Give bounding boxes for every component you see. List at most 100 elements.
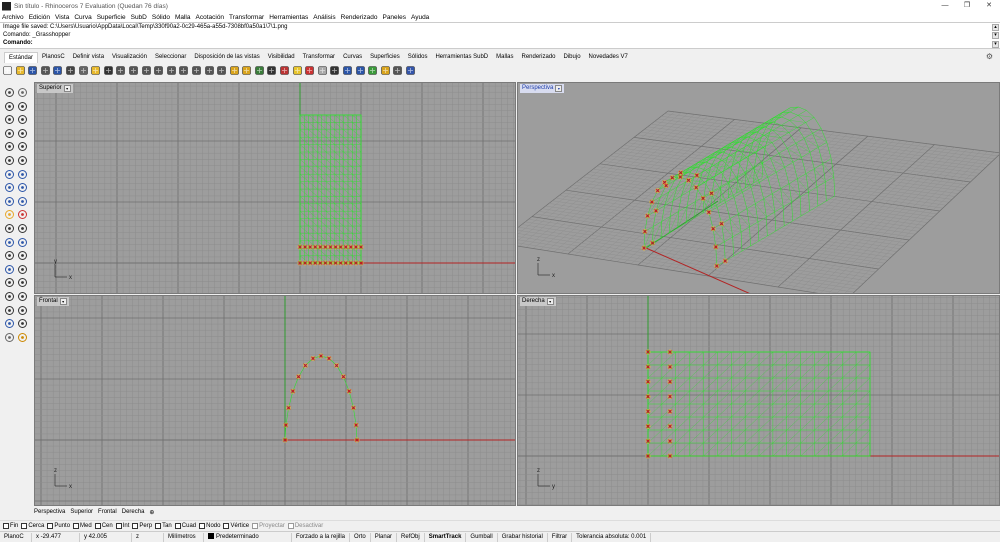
menu-item[interactable]: Sólido	[152, 14, 170, 21]
explode-icon[interactable]	[17, 264, 28, 275]
viewport-perspective[interactable]: Perspectiva ▾ zx	[517, 82, 1000, 294]
mesh-icon[interactable]	[4, 209, 15, 220]
toolbar-tab[interactable]: Estándar	[4, 51, 39, 63]
scale-icon[interactable]	[4, 237, 15, 248]
status-toggle[interactable]: Gumball	[466, 532, 498, 542]
viewport-perspective-canvas[interactable]: zx	[518, 83, 1000, 294]
toolbar-tab[interactable]: Visibilidad	[264, 52, 299, 62]
save-icon[interactable]	[27, 65, 38, 76]
undo-view-icon[interactable]	[191, 65, 202, 76]
status-toggle[interactable]: SmartTrack	[425, 532, 467, 542]
viewport-right-canvas[interactable]: zy	[518, 296, 1000, 506]
osnap-option[interactable]: Med	[73, 523, 92, 529]
osnap-option[interactable]: Cuad	[174, 523, 196, 529]
render-icon[interactable]	[342, 65, 353, 76]
menu-item[interactable]: Paneles	[382, 14, 406, 21]
undo-icon[interactable]	[103, 65, 114, 76]
zoom-selected-icon[interactable]	[178, 65, 189, 76]
control-point[interactable]	[667, 364, 673, 370]
grasshopper-icon[interactable]	[367, 65, 378, 76]
zoom-window-icon[interactable]	[141, 65, 152, 76]
import-icon[interactable]	[52, 65, 63, 76]
viewport-top[interactable]: Superior ▾ yx	[34, 82, 516, 294]
osnap-option[interactable]: Tan	[155, 523, 172, 529]
menu-item[interactable]: Vista	[55, 14, 69, 21]
properties-icon[interactable]	[266, 65, 277, 76]
osnap-checkbox[interactable]	[223, 523, 230, 529]
trim-icon[interactable]	[4, 250, 15, 261]
menu-item[interactable]: Transformar	[229, 14, 264, 21]
status-toggle[interactable]: Tolerancia absoluta: 0.001	[572, 532, 652, 542]
osnap-option[interactable]: Desactivar	[287, 523, 323, 529]
control-point[interactable]	[353, 244, 359, 250]
copy-icon[interactable]	[78, 65, 89, 76]
status-toggle[interactable]: RefObj	[397, 532, 425, 542]
viewport-tab[interactable]: Superior	[70, 509, 93, 515]
history-scroll-down-button[interactable]: ▾	[992, 32, 999, 39]
environment-icon[interactable]	[355, 65, 366, 76]
rotate-icon[interactable]	[17, 223, 28, 234]
menu-item[interactable]: Ayuda	[411, 14, 429, 21]
paint-icon[interactable]	[17, 332, 28, 343]
viewport-right-label[interactable]: Derecha ▾	[520, 297, 556, 306]
osnap-checkbox[interactable]	[199, 523, 206, 529]
minimize-button[interactable]: —	[934, 0, 956, 12]
cylinder-icon[interactable]	[4, 196, 15, 207]
move-icon[interactable]	[4, 223, 15, 234]
viewport-top-canvas[interactable]: yx	[35, 83, 516, 294]
viewport-front-label[interactable]: Frontal ▾	[37, 297, 69, 306]
osnap-checkbox[interactable]	[252, 523, 259, 529]
menu-item[interactable]: Edición	[29, 14, 50, 21]
hatch-icon[interactable]	[17, 291, 28, 302]
viewport-tab[interactable]: Derecha	[122, 509, 145, 515]
curve-icon[interactable]	[17, 101, 28, 112]
toolbar-tab[interactable]: Transformar	[299, 52, 339, 62]
control-point[interactable]	[667, 408, 673, 414]
toolbar-tab[interactable]: Superficies	[366, 52, 404, 62]
osnap-option[interactable]: Int	[115, 523, 129, 529]
viewport-menu-arrow-icon[interactable]: ▾	[555, 85, 563, 92]
boolean-icon[interactable]	[17, 196, 28, 207]
menu-item[interactable]: Superficie	[97, 14, 126, 21]
mesh-object[interactable]	[299, 114, 362, 264]
viewport-top-label[interactable]: Superior ▾	[37, 84, 73, 93]
offset-icon[interactable]	[4, 155, 15, 166]
hide-icon[interactable]	[229, 65, 240, 76]
lights-icon[interactable]	[292, 65, 303, 76]
toolbar-tab[interactable]: Herramientas SubD	[431, 52, 492, 62]
osnap-option[interactable]: Cerca	[21, 523, 44, 529]
toolbar-tab[interactable]: Disposición de las vistas	[190, 52, 263, 62]
viewport-front-canvas[interactable]: zx	[35, 296, 516, 506]
arc-icon[interactable]	[4, 128, 15, 139]
fillet-icon[interactable]	[17, 155, 28, 166]
viewport-menu-arrow-icon[interactable]: ▾	[59, 298, 67, 305]
osnap-option[interactable]: Proyectar	[252, 523, 285, 529]
control-point[interactable]	[302, 244, 308, 250]
menu-item[interactable]: Curva	[74, 14, 91, 21]
control-point[interactable]	[686, 177, 691, 183]
sphere-icon[interactable]	[17, 182, 28, 193]
status-toggle[interactable]: Grabar historial	[498, 532, 548, 542]
osnap-option[interactable]: Fin	[3, 523, 18, 529]
zoom-dynamic-icon[interactable]	[153, 65, 164, 76]
toolbar-tab[interactable]: Renderizado	[517, 52, 559, 62]
rhino-app-icon[interactable]	[2, 1, 11, 11]
toolbar-tab[interactable]: Curvas	[339, 52, 366, 62]
check-icon[interactable]	[17, 305, 28, 316]
polyline-icon[interactable]	[4, 101, 15, 112]
status-toggle[interactable]: Forzado a la rejilla	[292, 532, 351, 542]
cut-icon[interactable]	[65, 65, 76, 76]
box-icon[interactable]	[4, 182, 15, 193]
solid-icon[interactable]	[17, 209, 28, 220]
viewport-tab[interactable]: Frontal	[98, 509, 117, 515]
control-point[interactable]	[343, 244, 349, 250]
menu-item[interactable]: Archivo	[2, 14, 24, 21]
osnap-checkbox[interactable]	[94, 523, 101, 529]
point-icon[interactable]	[17, 87, 28, 98]
toolbar-tab[interactable]: Dibujo	[560, 52, 585, 62]
osnap-checkbox[interactable]	[174, 523, 181, 529]
menu-item[interactable]: Malla	[175, 14, 191, 21]
ellipse-icon[interactable]	[17, 114, 28, 125]
control-point[interactable]	[333, 244, 339, 250]
lock-icon[interactable]	[241, 65, 252, 76]
